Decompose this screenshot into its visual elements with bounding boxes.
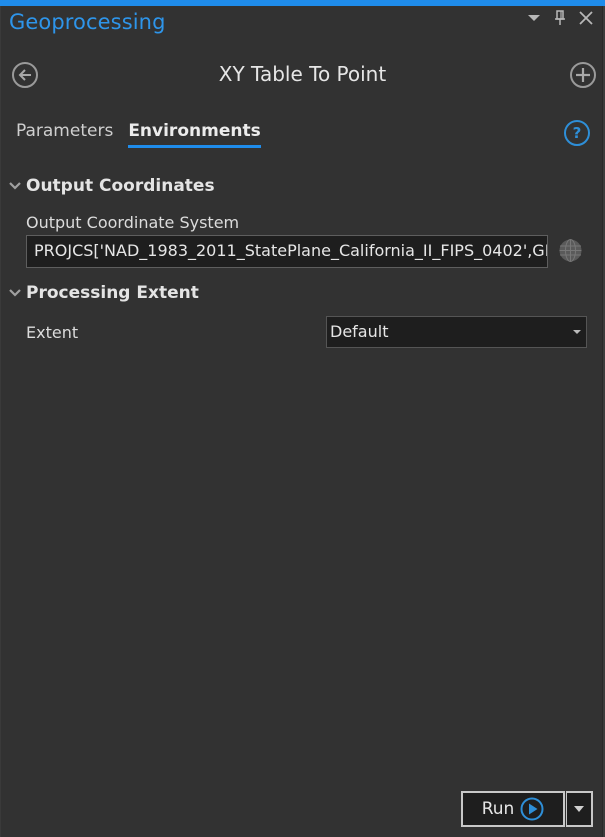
tool-title: XY Table To Point <box>218 62 387 86</box>
tool-tabs: Parameters Environments <box>16 121 261 148</box>
tool-header: XY Table To Point <box>0 58 605 94</box>
extent-label: Extent <box>26 323 79 342</box>
add-to-favorites-button[interactable] <box>570 62 596 88</box>
help-question-icon: ? <box>572 124 582 142</box>
section-header-output-coordinates[interactable]: Output Coordinates <box>8 176 215 196</box>
section-label: Processing Extent <box>26 283 199 303</box>
chevron-down-icon <box>573 330 581 334</box>
section-header-processing-extent[interactable]: Processing Extent <box>8 283 199 303</box>
pane-left-border <box>0 6 1 837</box>
run-button-group: Run <box>461 791 593 827</box>
run-label: Run <box>481 799 515 819</box>
coordinate-system-globe-icon <box>559 239 582 262</box>
options-dropdown-icon[interactable] <box>527 10 541 26</box>
play-icon <box>520 797 544 821</box>
tab-environments[interactable]: Environments <box>128 121 261 148</box>
run-button[interactable]: Run <box>461 791 565 827</box>
chevron-down-icon <box>9 289 21 297</box>
help-button[interactable]: ? <box>564 120 590 146</box>
extent-select[interactable]: Default <box>326 316 587 348</box>
chevron-down-icon <box>9 182 21 190</box>
output-coordinate-system-label: Output Coordinate System <box>26 213 240 232</box>
pane-controls <box>527 10 593 26</box>
section-label: Output Coordinates <box>26 176 215 196</box>
run-options-dropdown[interactable] <box>566 791 593 827</box>
plus-circle-icon <box>576 68 590 82</box>
tab-parameters[interactable]: Parameters <box>16 121 113 148</box>
pin-icon[interactable] <box>553 10 567 26</box>
pane-title: Geoprocessing <box>9 10 166 34</box>
dropdown-arrow-icon <box>574 806 584 812</box>
close-icon[interactable] <box>579 10 593 26</box>
output-coordinate-system-input[interactable]: PROJCS['NAD_1983_2011_StatePlane_Califor… <box>26 235 548 268</box>
extent-selected-value: Default <box>330 322 389 341</box>
coordinate-system-picker-button[interactable] <box>558 238 583 263</box>
pane-accent-bar <box>0 0 605 6</box>
